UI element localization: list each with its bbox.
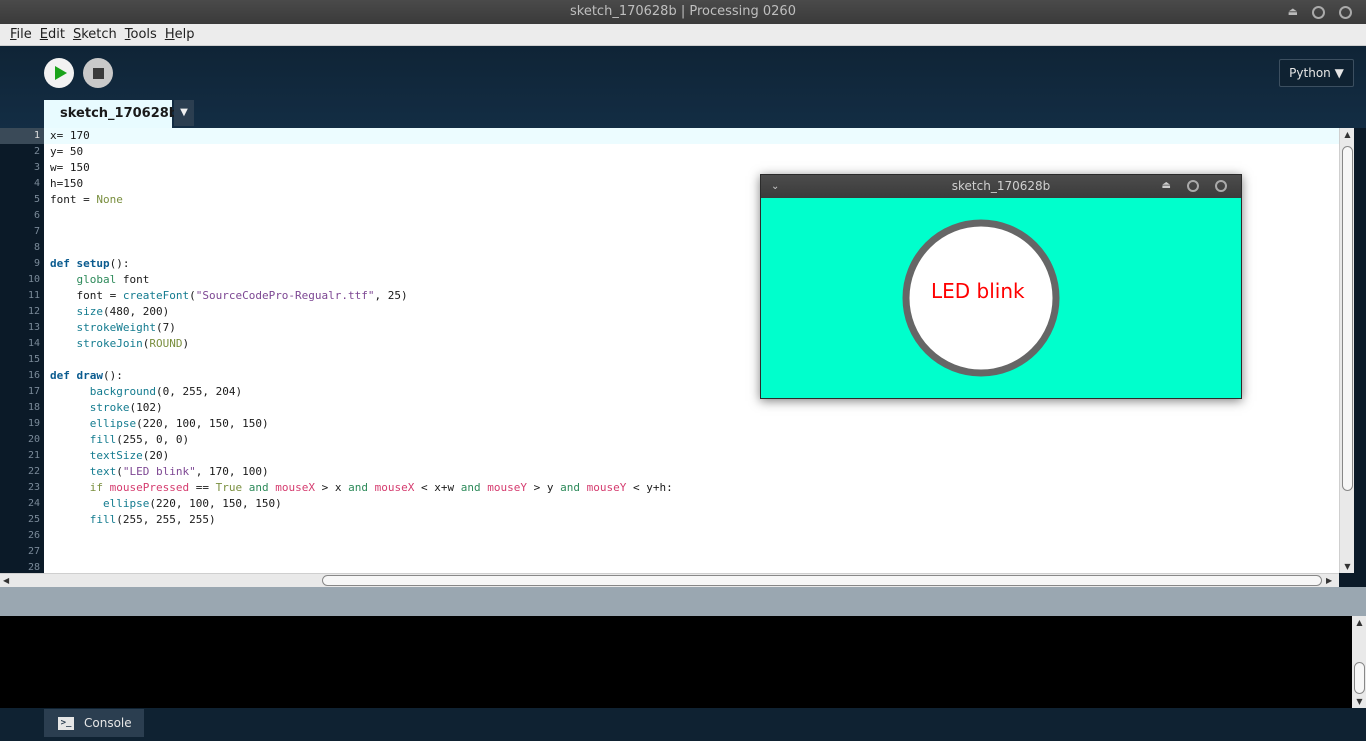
menu-file[interactable]: File <box>10 27 32 42</box>
line-number: 4 <box>33 178 40 189</box>
line-number: 8 <box>33 242 40 253</box>
editor-console-divider[interactable] <box>0 587 1366 616</box>
tab-menu-button[interactable]: ▼ <box>174 100 194 126</box>
run-icon <box>54 66 67 80</box>
line-number: 14 <box>27 338 40 349</box>
window-titlebar: sketch_170628b | Processing 0260 ⏏ <box>0 0 1366 24</box>
code-line[interactable]: x= 170 <box>44 128 1339 144</box>
line-number: 15 <box>27 354 40 365</box>
console-tab[interactable]: >_ Console <box>44 709 144 737</box>
footer-bar: >_ Console <box>0 708 1366 741</box>
stop-icon <box>92 67 104 79</box>
code-line[interactable] <box>44 544 1339 560</box>
line-number: 1 <box>0 128 44 144</box>
eject-icon[interactable]: ⏏ <box>1162 180 1171 192</box>
sketch-window-controls: ⏏ <box>1162 180 1227 192</box>
line-number: 23 <box>27 482 40 493</box>
menu-sketch[interactable]: Sketch <box>73 27 117 42</box>
maximize-icon[interactable] <box>1215 180 1227 192</box>
console-tab-label: Console <box>84 716 132 730</box>
line-number: 22 <box>27 466 40 477</box>
sketch-window-titlebar[interactable]: ⌄ sketch_170628b ⏏ <box>761 175 1241 198</box>
window-controls: ⏏ <box>1288 5 1352 19</box>
sketch-window-title: sketch_170628b <box>951 179 1051 193</box>
tab-sketch[interactable]: sketch_170628b <box>44 100 178 128</box>
menu-help[interactable]: Help <box>165 27 195 42</box>
line-number: 7 <box>33 226 40 237</box>
toolbar: Python ▼ <box>0 46 1366 128</box>
line-number: 3 <box>33 162 40 173</box>
scroll-down-icon[interactable]: ▼ <box>1354 697 1365 706</box>
line-number: 21 <box>27 450 40 461</box>
sketch-window[interactable]: ⌄ sketch_170628b ⏏ LED blink <box>760 174 1242 399</box>
run-button[interactable] <box>44 58 74 88</box>
sketch-canvas[interactable]: LED blink <box>761 198 1241 398</box>
code-line[interactable]: textSize(20) <box>44 448 1339 464</box>
window-title: sketch_170628b | Processing 0260 <box>570 4 796 19</box>
line-number: 13 <box>27 322 40 333</box>
console-scrollbar[interactable]: ▲ ▼ <box>1352 616 1366 708</box>
line-number: 9 <box>33 258 40 269</box>
chevron-down-icon[interactable]: ⌄ <box>771 175 779 198</box>
menu-tools[interactable]: Tools <box>125 27 157 42</box>
line-number-gutter: 1 2 3 4 5 6 7 8 9 10 11 12 13 14 15 16 1… <box>0 128 44 573</box>
console-output <box>0 616 1352 708</box>
scrollbar-thumb[interactable] <box>1342 146 1353 491</box>
line-number: 11 <box>27 290 40 301</box>
code-line[interactable]: ellipse(220, 100, 150, 150) <box>44 496 1339 512</box>
scroll-down-icon[interactable]: ▼ <box>1342 562 1353 571</box>
line-number: 26 <box>27 530 40 541</box>
line-number: 5 <box>33 194 40 205</box>
canvas-text: LED blink <box>931 279 1025 303</box>
scroll-up-icon[interactable]: ▲ <box>1354 618 1365 627</box>
editor-vertical-scrollbar[interactable]: ▲ ▼ <box>1339 128 1354 573</box>
line-number: 28 <box>27 562 40 573</box>
minimize-icon[interactable] <box>1312 5 1325 19</box>
code-line[interactable]: fill(255, 255, 255) <box>44 512 1339 528</box>
scrollbar-thumb[interactable] <box>1354 662 1365 694</box>
terminal-icon: >_ <box>58 716 74 730</box>
line-number: 12 <box>27 306 40 317</box>
line-number: 17 <box>27 386 40 397</box>
scroll-up-icon[interactable]: ▲ <box>1342 130 1353 139</box>
code-line[interactable] <box>44 560 1339 573</box>
minimize-icon[interactable] <box>1187 180 1199 192</box>
line-number: 24 <box>27 498 40 509</box>
code-line[interactable]: y= 50 <box>44 144 1339 160</box>
dropdown-arrow-icon: ▼ <box>180 107 188 118</box>
stop-button[interactable] <box>83 58 113 88</box>
scroll-right-icon[interactable]: ▶ <box>1326 574 1332 588</box>
menubar: File Edit Sketch Tools Help <box>0 24 1366 46</box>
eject-icon[interactable]: ⏏ <box>1288 5 1298 19</box>
maximize-icon[interactable] <box>1339 5 1352 19</box>
line-number: 10 <box>27 274 40 285</box>
line-number: 6 <box>33 210 40 221</box>
menu-edit[interactable]: Edit <box>40 27 65 42</box>
scrollbar-thumb[interactable] <box>322 575 1322 586</box>
code-line[interactable]: stroke(102) <box>44 400 1339 416</box>
line-number: 20 <box>27 434 40 445</box>
code-line[interactable]: text("LED blink", 170, 100) <box>44 464 1339 480</box>
scroll-left-icon[interactable]: ◀ <box>3 574 9 588</box>
editor-horizontal-scrollbar[interactable]: ◀ ▶ <box>0 573 1339 587</box>
line-number: 27 <box>27 546 40 557</box>
line-number: 19 <box>27 418 40 429</box>
line-number: 18 <box>27 402 40 413</box>
code-line[interactable]: if mousePressed == True and mouseX > x a… <box>44 480 1339 496</box>
mode-selector[interactable]: Python ▼ <box>1279 59 1354 87</box>
code-line[interactable] <box>44 528 1339 544</box>
line-number: 25 <box>27 514 40 525</box>
code-line[interactable]: fill(255, 0, 0) <box>44 432 1339 448</box>
code-line[interactable]: ellipse(220, 100, 150, 150) <box>44 416 1339 432</box>
line-number: 16 <box>27 370 40 381</box>
line-number: 2 <box>33 146 40 157</box>
